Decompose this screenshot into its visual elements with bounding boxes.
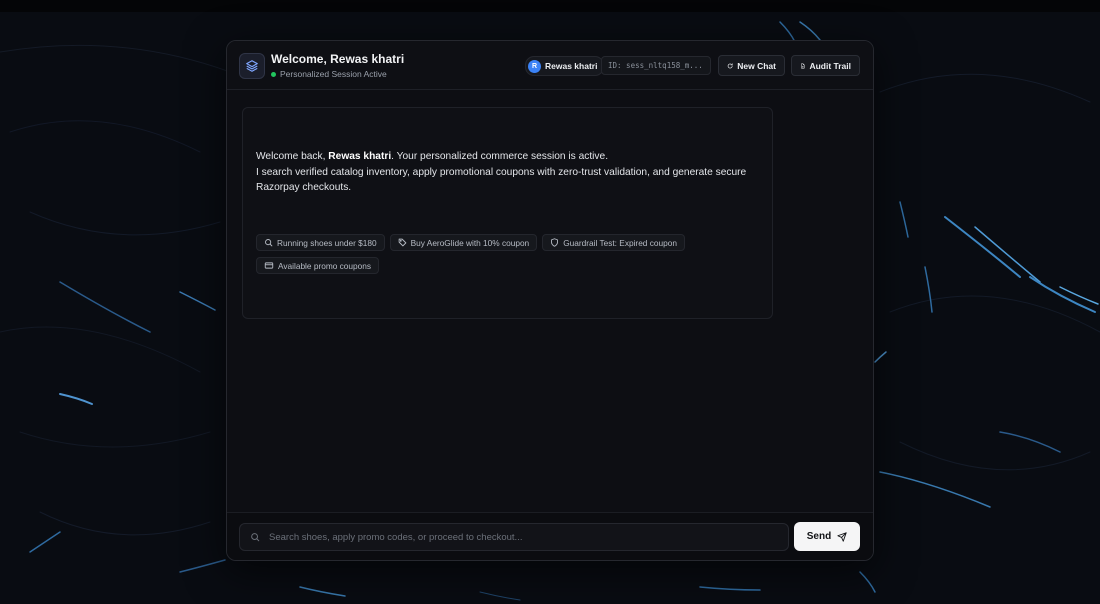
- app-logo: [239, 53, 265, 79]
- greeting-prefix: Welcome back,: [256, 151, 329, 162]
- tag-icon: [398, 238, 406, 247]
- search-icon: [251, 533, 260, 542]
- avatar: R: [528, 59, 541, 73]
- message-input[interactable]: [267, 530, 771, 544]
- refresh-icon: [727, 62, 733, 68]
- layers-icon: [246, 60, 258, 72]
- composer-bar: Send: [227, 512, 873, 560]
- suggestion-chip[interactable]: Guardrail Test: Expired coupon: [542, 234, 685, 251]
- audit-trail-button[interactable]: Audit Trail: [791, 55, 860, 76]
- audit-trail-label: Audit Trail: [809, 60, 851, 71]
- send-button[interactable]: Send: [794, 522, 860, 551]
- new-chat-label: New Chat: [737, 60, 776, 71]
- welcome-line: Welcome back, Rewas khatri. Your persona…: [256, 149, 766, 165]
- composer-field[interactable]: [239, 523, 789, 551]
- user-name: Rewas khatri: [545, 61, 598, 71]
- greeting-suffix: . Your personalized commerce session is …: [391, 151, 609, 162]
- session-status: Personalized Session Active: [271, 69, 387, 79]
- suggestion-label: Available promo coupons: [278, 260, 372, 271]
- suggestion-chip[interactable]: Running shoes under $180: [256, 234, 385, 251]
- suggestion-label: Guardrail Test: Expired coupon: [563, 237, 677, 248]
- status-dot-icon: [271, 71, 276, 77]
- assistant-message: Welcome back, Rewas khatri. Your persona…: [256, 149, 766, 196]
- search-icon: [265, 239, 273, 247]
- user-badge: R Rewas khatri: [525, 56, 605, 76]
- send-label: Send: [806, 531, 832, 542]
- send-icon: [837, 531, 847, 542]
- shield-icon: [551, 238, 559, 247]
- greeting-name: Rewas khatri: [328, 151, 392, 162]
- new-chat-button[interactable]: New Chat: [718, 55, 785, 76]
- page-title: Welcome, Rewas khatri: [271, 52, 405, 66]
- suggestion-chip[interactable]: Buy AeroGlide with 10% coupon: [389, 234, 538, 251]
- session-status-text: Personalized Session Active: [280, 69, 387, 79]
- chat-header: Welcome, Rewas khatri Personalized Sessi…: [227, 41, 873, 90]
- message-body: I search verified catalog inventory, app…: [256, 166, 747, 194]
- session-id-badge: ID: sess_nltq158_m...: [601, 56, 711, 75]
- document-icon: [801, 62, 805, 69]
- chat-panel: Welcome, Rewas khatri Personalized Sessi…: [226, 40, 874, 561]
- suggestion-chips: Running shoes under $180 Buy AeroGlide w…: [256, 234, 756, 274]
- browser-top-strip: [0, 0, 1100, 12]
- suggestion-label: Running shoes under $180: [277, 237, 377, 248]
- assistant-message-card: Welcome back, Rewas khatri. Your persona…: [242, 107, 773, 319]
- credit-card-icon: [264, 262, 274, 269]
- suggestion-chip[interactable]: Available promo coupons: [256, 257, 380, 274]
- suggestion-label: Buy AeroGlide with 10% coupon: [410, 237, 530, 248]
